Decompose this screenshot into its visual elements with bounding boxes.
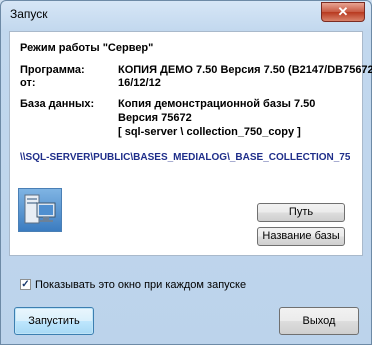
from-label: от: [20, 77, 36, 89]
close-button[interactable]: ✕ [321, 2, 365, 22]
database-label: База данных: [20, 98, 95, 110]
info-panel: Режим работы "Сервер" Программа: КОПИЯ Д… [9, 31, 372, 256]
from-value: 16/12/12 [118, 77, 161, 89]
run-button[interactable]: Запустить [14, 307, 94, 335]
launch-dialog: Запуск ✕ Режим работы "Сервер" Программа… [0, 0, 372, 345]
database-server: [ sql-server \ collection_750_copy ] [118, 126, 301, 138]
database-version: Версия 75672 [118, 112, 192, 124]
exit-button[interactable]: Выход [279, 307, 359, 335]
database-name: Копия демонстрационной базы 7.50 [118, 98, 316, 110]
database-path: \\SQL-SERVER\PUBLIC\BASES_MEDIALOG\_BASE… [20, 152, 350, 163]
db-name-button[interactable]: Название базы [257, 227, 345, 246]
program-value: КОПИЯ ДЕМО 7.50 Версия 7.50 (B2147/DB756… [118, 64, 372, 76]
window-title: Запуск [10, 7, 48, 21]
program-label: Программа: [20, 64, 85, 76]
server-computer-icon [18, 188, 62, 232]
show-on-start-label[interactable]: Показывать это окно при каждом запуске [35, 279, 246, 291]
path-button[interactable]: Путь [257, 203, 345, 222]
title-bar: Запуск ✕ [1, 1, 371, 25]
database-path-container: \\SQL-SERVER\PUBLIC\BASES_MEDIALOG\_BASE… [20, 151, 350, 163]
mode-label: Режим работы "Сервер" [20, 42, 154, 54]
show-on-start-checkbox[interactable]: ✓ [20, 279, 31, 290]
